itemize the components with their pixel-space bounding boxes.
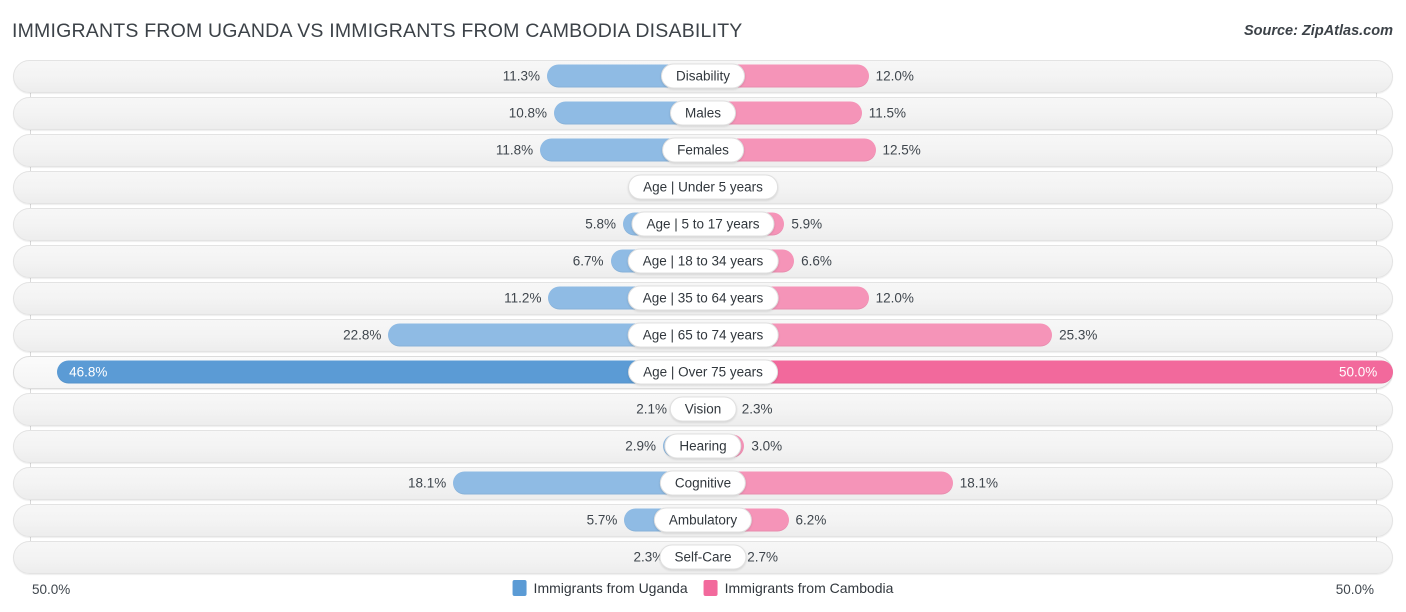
bar-right-cambodia bbox=[703, 360, 1393, 384]
value-label-left: 5.8% bbox=[585, 216, 616, 232]
value-label-right: 12.0% bbox=[875, 290, 914, 306]
value-label-right: 12.0% bbox=[875, 68, 914, 84]
axis-label-right: 50.0% bbox=[1335, 582, 1374, 597]
row-category-label: Disability bbox=[660, 63, 746, 89]
chart-row: 2.3% 2.7% Self-Care bbox=[0, 539, 1406, 576]
value-label-right: 2.7% bbox=[747, 549, 779, 565]
legend-label: Immigrants from Uganda bbox=[533, 580, 688, 596]
row-category-label: Ambulatory bbox=[653, 507, 753, 533]
chart-row: 5.7% 6.2% Ambulatory bbox=[0, 502, 1406, 539]
value-label-right: 6.2% bbox=[795, 512, 827, 528]
row-category-label: Males bbox=[669, 100, 737, 126]
value-label-left: 11.3% bbox=[502, 68, 541, 84]
page-title: IMMIGRANTS FROM UGANDA VS IMMIGRANTS FRO… bbox=[12, 20, 743, 42]
chart-row: 2.1% 2.3% Vision bbox=[0, 391, 1406, 428]
chart-row: 10.8% 11.5% Males bbox=[0, 95, 1406, 132]
source-attribution: Source: ZipAtlas.com bbox=[1243, 23, 1393, 39]
value-label-right: 12.5% bbox=[882, 142, 921, 158]
chart-rows: 11.3% 12.0% Disability 10.8% 11.5% Males 11.8%… bbox=[0, 58, 1406, 576]
chart-row: 46.8% 50.0% Age | Over 75 years bbox=[0, 354, 1406, 391]
value-label-left: 18.1% bbox=[407, 475, 447, 491]
value-label-right: 25.3% bbox=[1059, 327, 1098, 343]
value-label-left: 10.8% bbox=[508, 105, 547, 121]
value-label-right: 6.6% bbox=[801, 253, 832, 269]
value-label-right: 3.0% bbox=[751, 438, 783, 454]
diverging-bar-chart: 11.3% 12.0% Disability 10.8% 11.5% Males 11.8%… bbox=[0, 58, 1406, 574]
value-label-left: 2.9% bbox=[625, 438, 656, 454]
legend-swatch-pink bbox=[703, 580, 718, 596]
chart-row: 22.8% 25.3% Age | 65 to 74 years bbox=[0, 317, 1406, 354]
row-category-label: Age | 35 to 64 years bbox=[627, 285, 779, 311]
chart-footer: 50.0% 50.0% Immigrants from Uganda Immigr… bbox=[0, 574, 1406, 612]
value-label-right: 5.9% bbox=[791, 216, 823, 232]
chart-row: 18.1% 18.1% Cognitive bbox=[0, 465, 1406, 502]
value-label-left: 46.8% bbox=[69, 364, 108, 380]
value-label-right: 50.0% bbox=[1339, 364, 1378, 380]
value-label-left: 11.8% bbox=[495, 142, 534, 158]
legend-label: Immigrants from Cambodia bbox=[724, 580, 894, 596]
chart-row: 2.9% 3.0% Hearing bbox=[0, 428, 1406, 465]
chart-header: IMMIGRANTS FROM UGANDA VS IMMIGRANTS FRO… bbox=[0, 0, 1406, 58]
value-label-right: 2.3% bbox=[741, 401, 773, 417]
chart-row: 5.8% 5.9% Age | 5 to 17 years bbox=[0, 206, 1406, 243]
value-label-right: 18.1% bbox=[959, 475, 999, 491]
row-category-label: Hearing bbox=[664, 433, 742, 459]
row-category-label: Age | Over 75 years bbox=[628, 359, 778, 385]
chart-row: 11.3% 12.0% Disability bbox=[0, 58, 1406, 95]
value-label-left: 5.7% bbox=[586, 512, 618, 528]
chart-row: 6.7% 6.6% Age | 18 to 34 years bbox=[0, 243, 1406, 280]
value-label-right: 11.5% bbox=[868, 105, 906, 121]
legend-item: Immigrants from Cambodia bbox=[703, 580, 894, 596]
row-category-label: Cognitive bbox=[659, 470, 747, 496]
value-label-left: 22.8% bbox=[343, 327, 382, 343]
row-category-label: Age | 65 to 74 years bbox=[627, 322, 779, 348]
chart-row: 1.1%1.2%Age | Under 5 years bbox=[0, 169, 1406, 206]
row-category-label: Females bbox=[662, 137, 744, 163]
bar-left-uganda bbox=[57, 360, 703, 384]
row-category-label: Age | 5 to 17 years bbox=[631, 211, 775, 237]
chart-row: 11.8% 12.5% Females bbox=[0, 132, 1406, 169]
legend-swatch-blue bbox=[512, 580, 527, 596]
value-label-left: 6.7% bbox=[572, 253, 604, 269]
row-category-label: Self-Care bbox=[659, 544, 747, 570]
row-category-label: Age | Under 5 years bbox=[628, 174, 778, 200]
row-category-label: Vision bbox=[669, 396, 737, 422]
chart-page: IMMIGRANTS FROM UGANDA VS IMMIGRANTS FRO… bbox=[0, 0, 1406, 612]
value-label-left: 2.1% bbox=[636, 401, 668, 417]
legend-item: Immigrants from Uganda bbox=[512, 580, 688, 596]
row-category-label: Age | 18 to 34 years bbox=[627, 248, 779, 274]
value-label-left: 11.2% bbox=[504, 290, 542, 306]
chart-row: 11.2% 12.0% Age | 35 to 64 years bbox=[0, 280, 1406, 317]
axis-label-left: 50.0% bbox=[32, 582, 71, 597]
chart-legend: Immigrants from Uganda Immigrants from Ca… bbox=[512, 580, 894, 596]
